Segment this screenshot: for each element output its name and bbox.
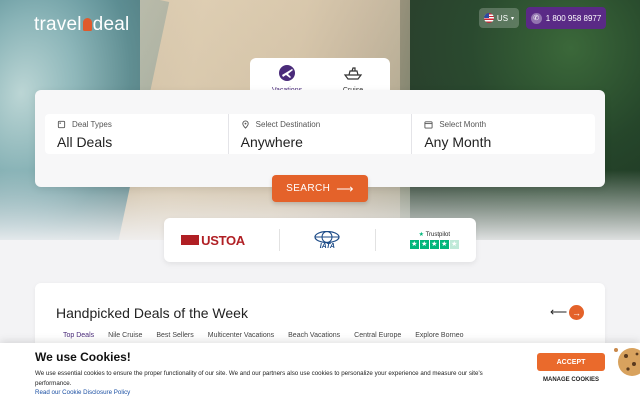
logo-mark-icon bbox=[82, 18, 92, 31]
field-label: Deal Types bbox=[72, 120, 112, 129]
logo-text-left: travel bbox=[34, 14, 82, 35]
deal-category-tabs: Top Deals Nile Cruise Best Sellers Multi… bbox=[63, 332, 464, 339]
cookie-banner: We use Cookies! We use essential cookies… bbox=[0, 343, 640, 400]
divider bbox=[279, 229, 281, 251]
deal-type-field[interactable]: Deal Types All Deals bbox=[45, 114, 229, 154]
ship-icon bbox=[342, 62, 364, 84]
field-value: Any Month bbox=[424, 134, 492, 150]
phone-button[interactable]: ✆ 1 800 958 8977 bbox=[526, 7, 606, 29]
star-icon: ★ bbox=[439, 240, 449, 249]
partner-logos: USTOA IATA ★ Trustpilot ★ ★ ★ ★ ★ bbox=[164, 218, 476, 262]
calendar-icon bbox=[424, 121, 433, 129]
trustpilot-logo: ★ Trustpilot ★ ★ ★ ★ ★ bbox=[409, 231, 459, 249]
trustpilot-text: ★ Trustpilot bbox=[418, 232, 451, 238]
deal-tab[interactable]: Central Europe bbox=[354, 332, 401, 339]
deal-tab[interactable]: Multicenter Vacations bbox=[208, 332, 274, 339]
phone-icon: ✆ bbox=[530, 12, 542, 24]
field-label: Select Destination bbox=[255, 120, 321, 129]
us-flag-icon bbox=[483, 13, 494, 23]
ustoa-mark-icon bbox=[181, 235, 200, 245]
cookie-policy-link[interactable]: Read our Cookie Disclosure Policy bbox=[35, 389, 130, 396]
star-icon: ★ bbox=[419, 240, 429, 249]
cookie-text: We use essential cookies to ensure the p… bbox=[35, 370, 483, 387]
field-value: All Deals bbox=[57, 134, 113, 150]
iata-logo: IATA bbox=[314, 230, 340, 250]
field-label-row: Select Destination bbox=[241, 120, 412, 129]
deal-tab[interactable]: Explore Borneo bbox=[415, 332, 463, 339]
trustpilot-stars: ★ ★ ★ ★ ★ bbox=[409, 240, 459, 249]
logo-text-right: deal bbox=[92, 14, 130, 35]
star-icon: ★ bbox=[409, 240, 419, 249]
deal-tab[interactable]: Top Deals bbox=[63, 332, 94, 339]
search-fields: Deal Types All Deals Select Destination … bbox=[45, 114, 595, 154]
iata-globe-icon bbox=[314, 230, 340, 243]
star-icon: ★ bbox=[449, 240, 459, 249]
site-logo[interactable]: travel deal bbox=[34, 14, 129, 36]
location-pin-icon bbox=[242, 120, 249, 129]
destination-field[interactable]: Select Destination Anywhere bbox=[229, 114, 413, 154]
phone-number: 1 800 958 8977 bbox=[545, 13, 602, 23]
deal-tab[interactable]: Beach Vacations bbox=[288, 332, 340, 339]
deals-title: Handpicked Deals of the Week bbox=[56, 305, 248, 321]
search-button[interactable]: SEARCH ⟶ bbox=[272, 175, 368, 202]
search-panel: Deal Types All Deals Select Destination … bbox=[35, 90, 605, 187]
trustpilot-label: Trustpilot bbox=[425, 232, 451, 238]
prev-arrow-icon[interactable]: ⟵ bbox=[550, 305, 567, 319]
star-icon: ★ bbox=[429, 240, 439, 249]
field-label-row: Select Month bbox=[424, 120, 595, 129]
cookie-icon bbox=[614, 348, 640, 376]
field-value: Anywhere bbox=[240, 134, 303, 150]
month-field[interactable]: Select Month Any Month bbox=[412, 114, 595, 154]
globe-plane-icon bbox=[276, 62, 298, 84]
ustoa-logo: USTOA bbox=[181, 233, 245, 248]
field-label-row: Deal Types bbox=[57, 120, 228, 129]
search-button-label: SEARCH bbox=[286, 183, 331, 194]
divider bbox=[374, 229, 376, 251]
deal-tab[interactable]: Nile Cruise bbox=[108, 332, 142, 339]
accept-cookies-button[interactable]: ACCEPT bbox=[537, 353, 605, 371]
cookie-title: We use Cookies! bbox=[35, 350, 131, 364]
iata-text: IATA bbox=[319, 242, 335, 250]
tag-icon bbox=[57, 120, 66, 129]
deal-tab[interactable]: Best Sellers bbox=[156, 332, 193, 339]
next-arrow-icon[interactable]: → bbox=[569, 305, 584, 320]
language-label: US bbox=[496, 13, 509, 23]
arrow-right-icon: ⟶ bbox=[336, 181, 354, 196]
field-label: Select Month bbox=[439, 120, 487, 129]
ustoa-text: USTOA bbox=[201, 232, 245, 248]
chevron-down-icon: ▾ bbox=[511, 15, 515, 22]
manage-cookies-button[interactable]: MANAGE COOKIES bbox=[537, 377, 605, 383]
language-selector[interactable]: US ▾ bbox=[479, 8, 519, 28]
